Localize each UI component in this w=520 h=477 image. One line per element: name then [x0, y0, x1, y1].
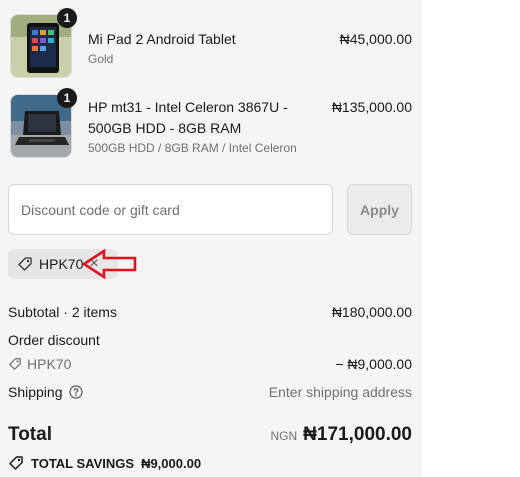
- product-variant: 500GB HDD / 8GB RAM / Intel Celeron: [88, 141, 297, 155]
- discount-value: − ₦9,000.00: [335, 356, 412, 372]
- discount-code-label: HPK70: [27, 356, 72, 372]
- quantity-badge: 1: [57, 8, 77, 28]
- savings-label: TOTAL SAVINGS: [31, 455, 135, 471]
- total-value: ₦171,000.00: [303, 424, 412, 445]
- discount-code-row: HPK70 − ₦9,000.00: [8, 356, 412, 372]
- shipping-row: Shipping Enter shipping address: [8, 384, 412, 400]
- red-arrow-annotation: [82, 249, 138, 279]
- total-currency: NGN: [270, 429, 298, 443]
- total-label: Total: [8, 424, 52, 445]
- product-price: ₦135,000.00: [331, 99, 412, 115]
- product-title: Mi Pad 2 Android Tablet: [88, 31, 236, 47]
- subtotal-value: ₦180,000.00: [331, 304, 412, 320]
- quantity-badge: 1: [57, 88, 77, 108]
- total-savings-row: TOTAL SAVINGS ₦9,000.00: [8, 455, 201, 471]
- shipping-value: Enter shipping address: [268, 384, 412, 400]
- tag-icon: [17, 256, 33, 272]
- discount-code-input[interactable]: [8, 184, 333, 235]
- tag-icon: [8, 455, 24, 471]
- line-item: 1 Mi Pad 2 Android Tablet Gold ₦45,000.0…: [8, 8, 412, 78]
- product-price: ₦45,000.00: [339, 31, 412, 47]
- shipping-label: Shipping: [8, 384, 63, 400]
- line-item: 1 HP mt31 - Intel Celeron 3867U - 500GB …: [8, 88, 412, 158]
- order-discount-row: Order discount: [8, 332, 412, 348]
- help-circle-icon[interactable]: [68, 385, 83, 399]
- subtotal-row: Subtotal · 2 items ₦180,000.00: [8, 304, 412, 320]
- apply-discount-button[interactable]: Apply: [347, 184, 412, 235]
- product-title-line-2: 500GB HDD - 8GB RAM: [88, 120, 242, 136]
- order-discount-label: Order discount: [8, 332, 100, 348]
- savings-value: ₦9,000.00: [141, 455, 202, 471]
- tag-icon: [8, 357, 22, 371]
- subtotal-label: Subtotal · 2 items: [8, 304, 117, 320]
- product-variant: Gold: [88, 52, 114, 66]
- order-summary-panel: 1 Mi Pad 2 Android Tablet Gold ₦45,000.0…: [0, 0, 422, 477]
- total-amount: NGN ₦171,000.00: [271, 424, 413, 446]
- product-title-line-1: HP mt31 - Intel Celeron 3867U -: [88, 99, 288, 115]
- applied-discount-code: HPK70: [39, 256, 84, 272]
